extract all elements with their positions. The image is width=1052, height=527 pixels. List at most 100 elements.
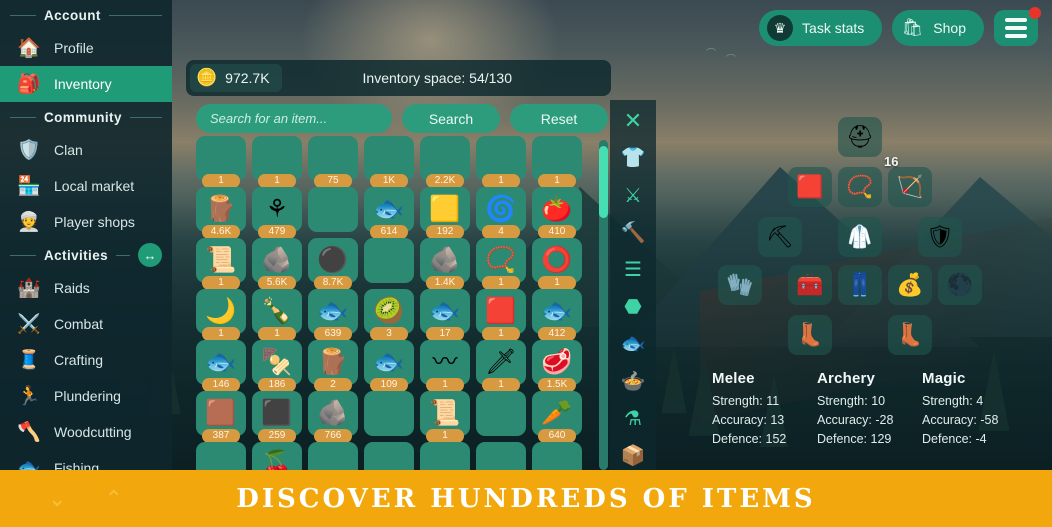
- inventory-scrollbar[interactable]: [599, 140, 608, 470]
- item-count-badge: 146: [202, 378, 240, 392]
- ring-slot[interactable]: 💰: [888, 265, 932, 305]
- inventory-item-slot[interactable]: 🪵 2: [308, 340, 358, 392]
- inventory-item-slot[interactable]: 🍢 186: [252, 340, 302, 392]
- inventory-empty-slot[interactable]: [476, 442, 526, 470]
- inventory-item-slot[interactable]: 🪨 1.4K: [420, 238, 470, 290]
- sidebar-item-label: Player shops: [54, 214, 135, 230]
- inventory-item-slot[interactable]: 🐟 614: [364, 187, 414, 239]
- sidebar-item-crafting[interactable]: 🧵 Crafting: [0, 342, 172, 378]
- inventory-empty-slot[interactable]: [364, 238, 414, 283]
- shield-slot[interactable]: 🛡: [918, 217, 962, 257]
- gem-icon[interactable]: ⬣: [616, 292, 650, 321]
- sidebar-item-raids[interactable]: 🏰 Raids: [0, 270, 172, 306]
- sidebar-item-profile[interactable]: 🏠 Profile: [0, 30, 172, 66]
- hamburger-menu-button[interactable]: [994, 7, 1041, 46]
- inventory-empty-slot[interactable]: 1: [252, 136, 302, 188]
- swap-activities-button[interactable]: ↔: [138, 243, 162, 267]
- cape-slot[interactable]: 🟥: [788, 167, 832, 207]
- inventory-item-slot[interactable]: 🪨 5.6K: [252, 238, 302, 290]
- sword-icon[interactable]: ⚔: [616, 180, 650, 209]
- legs-slot[interactable]: 👖: [838, 265, 882, 305]
- inventory-item-slot[interactable]: 🥕 640: [532, 391, 582, 443]
- sidebar-item-local-market[interactable]: 🏪 Local market: [0, 168, 172, 204]
- inventory-empty-slot[interactable]: [308, 442, 358, 470]
- inventory-item-slot[interactable]: 📜 1: [420, 391, 470, 443]
- inventory-item-slot[interactable]: 🍅 410: [532, 187, 582, 239]
- search-button[interactable]: Search: [402, 104, 500, 133]
- sidebar-item-clan[interactable]: 🛡️ Clan: [0, 132, 172, 168]
- inventory-empty-slot[interactable]: [196, 442, 246, 470]
- inventory-item-slot[interactable]: ⚘ 479: [252, 187, 302, 239]
- secondary-boots-slot[interactable]: 👢: [888, 315, 932, 355]
- inventory-item-slot[interactable]: 🟨 192: [420, 187, 470, 239]
- inventory-empty-slot[interactable]: 1: [196, 136, 246, 188]
- inventory-empty-slot[interactable]: 1K: [364, 136, 414, 188]
- tool-belt-slot[interactable]: 🧰: [788, 265, 832, 305]
- hammer-icon[interactable]: 🔨: [616, 218, 650, 247]
- inventory-item-slot[interactable]: 📿 1: [476, 238, 526, 290]
- sidebar-item-plundering[interactable]: 🏃 Plundering: [0, 378, 172, 414]
- inventory-item-slot[interactable]: 🟥 1: [476, 289, 526, 341]
- inventory-empty-slot[interactable]: [364, 442, 414, 470]
- inventory-item-slot[interactable]: ⬛ 259: [252, 391, 302, 443]
- sidebar-item-fishing[interactable]: 🐟 Fishing: [0, 450, 172, 471]
- item-count-badge: 639: [314, 327, 352, 341]
- inventory-item-slot[interactable]: 🐟 17: [420, 289, 470, 341]
- log-book-icon[interactable]: ☰: [616, 255, 650, 284]
- amulet-slot[interactable]: 📿: [838, 167, 882, 207]
- inventory-item-slot[interactable]: 🗡 1: [476, 340, 526, 392]
- sidebar-item-player-shops[interactable]: 👳 Player shops: [0, 204, 172, 240]
- inventory-item-slot[interactable]: 🍒: [252, 442, 302, 470]
- stat-accuracy: Accuracy: -58: [922, 413, 999, 427]
- shirt-armor-icon[interactable]: 👕: [616, 143, 650, 172]
- inventory-empty-slot[interactable]: 2.2K: [420, 136, 470, 188]
- fish-icon[interactable]: 🐟: [616, 329, 650, 358]
- inventory-item-slot[interactable]: 🐟 109: [364, 340, 414, 392]
- inventory-item-slot[interactable]: 🐟 412: [532, 289, 582, 341]
- inventory-item-slot[interactable]: 🐟 146: [196, 340, 246, 392]
- cooked-food-icon[interactable]: 🍲: [616, 366, 650, 395]
- inventory-item-slot[interactable]: 📜 1: [196, 238, 246, 290]
- inventory-item-slot[interactable]: 🍾 1: [252, 289, 302, 341]
- inventory-empty-slot[interactable]: [308, 187, 358, 232]
- box-icon[interactable]: 📦: [616, 441, 650, 470]
- inventory-empty-slot[interactable]: [532, 442, 582, 470]
- bracelet-slot[interactable]: 🌑: [938, 265, 982, 305]
- inventory-item-slot[interactable]: 〰 1: [420, 340, 470, 392]
- inventory-grid-viewport[interactable]: 1 1 75 1K 2.2K 1 1 🪵 4.6K ⚘ 479 🐟 614 🟨 192 🌀 4 🍅 410 📜 1 🪨 5.…: [196, 136, 591, 470]
- inventory-item-slot[interactable]: 🪨 766: [308, 391, 358, 443]
- inventory-empty-slot[interactable]: 75: [308, 136, 358, 188]
- task-stats-button[interactable]: ♛ Task stats: [759, 10, 883, 46]
- inventory-item-slot[interactable]: 🥩 1.5K: [532, 340, 582, 392]
- inventory-item-slot[interactable]: ⭕ 1: [532, 238, 582, 290]
- inventory-item-slot[interactable]: 🥝 3: [364, 289, 414, 341]
- sidebar-item-woodcutting[interactable]: 🪓 Woodcutting: [0, 414, 172, 450]
- inventory-item-slot[interactable]: 🌀 4: [476, 187, 526, 239]
- inventory-empty-slot[interactable]: 1: [532, 136, 582, 188]
- inventory-empty-slot[interactable]: [476, 391, 526, 436]
- inventory-empty-slot[interactable]: 1: [476, 136, 526, 188]
- ammo-slot[interactable]: 🏹 16: [884, 155, 932, 207]
- inventory-empty-slot[interactable]: [420, 442, 470, 470]
- boots-slot[interactable]: 👢: [788, 315, 832, 355]
- reset-button[interactable]: Reset: [510, 104, 608, 133]
- cooked-fish-item-icon: 🐟: [429, 297, 461, 325]
- sidebar-item-inventory[interactable]: 🎒 Inventory: [0, 66, 172, 102]
- body-slot[interactable]: 🥼: [838, 217, 882, 257]
- inventory-empty-slot[interactable]: [364, 391, 414, 436]
- inventory-item-slot[interactable]: 🌙 1: [196, 289, 246, 341]
- inventory-item-slot[interactable]: 🐟 639: [308, 289, 358, 341]
- sidebar-item-label: Crafting: [54, 352, 104, 368]
- potion-icon[interactable]: ⚗: [616, 404, 650, 433]
- scrollbar-thumb[interactable]: [599, 146, 608, 218]
- search-input[interactable]: [196, 104, 392, 133]
- inventory-item-slot[interactable]: ⚫ 8.7K: [308, 238, 358, 290]
- gloves-slot[interactable]: 🧤: [718, 265, 762, 305]
- inventory-item-slot[interactable]: 🪵 4.6K: [196, 187, 246, 239]
- close-icon[interactable]: ✕: [616, 106, 650, 135]
- inventory-item-slot[interactable]: 🟫 387: [196, 391, 246, 443]
- weapon-slot[interactable]: ⛏: [758, 217, 802, 257]
- helmet-slot[interactable]: ⛑: [838, 117, 882, 157]
- shop-button[interactable]: 🛍 Shop: [892, 10, 984, 46]
- sidebar-item-combat[interactable]: ⚔️ Combat: [0, 306, 172, 342]
